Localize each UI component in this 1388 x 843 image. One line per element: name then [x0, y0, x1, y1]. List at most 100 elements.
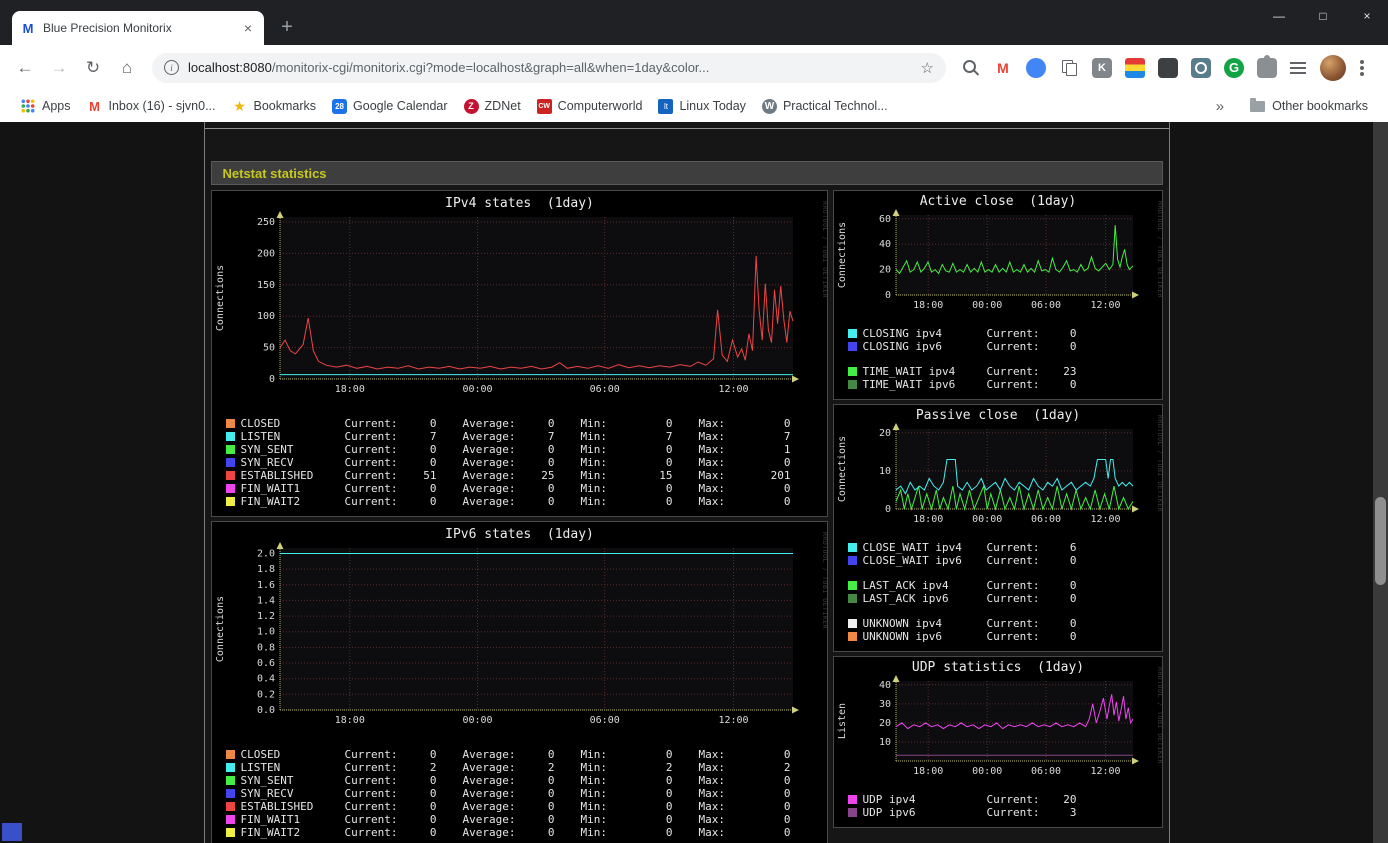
legend-stat-value: 2	[665, 761, 673, 774]
svg-text:RRDTOOL / TOBI OETIKER: RRDTOOL / TOBI OETIKER	[1156, 201, 1162, 298]
minimize-button[interactable]: —	[1272, 9, 1286, 23]
legend-stat-label: Average:	[462, 482, 516, 495]
graph-panel-ipv6-states[interactable]: 0.0 0.2 0.4 0.6 0.8 1.0 1.2 1.4 1.6 1.8 2.0 18:00 00…	[210, 521, 828, 843]
legend-stat-value: 0	[783, 495, 791, 508]
bookmark-item[interactable]: M Inbox (16) - sjvn0...	[79, 95, 224, 117]
legend-swatch	[847, 795, 857, 804]
graphs-right-column: 0 20 40 60 18:00 00:00 06:00 12:00 Active close …	[832, 190, 1163, 843]
graph-legend: CLOSED Current: 0 Average: 0 Min: 0 Max: 0 LISTEN…	[212, 415, 827, 516]
forward-button[interactable]: →	[42, 51, 76, 85]
gmail-extension-icon[interactable]: M	[993, 58, 1013, 78]
scrollbar-thumb[interactable]	[1375, 497, 1386, 585]
legend-stat-label: Current:	[986, 793, 1040, 806]
browser-tab[interactable]: M Blue Precision Monitorix ×	[12, 11, 264, 45]
bookmark-item[interactable]: ★ Bookmarks	[224, 95, 325, 117]
legend-row: UDP ipv6 Current: 3	[834, 806, 1162, 819]
wordpress-icon: W	[761, 98, 777, 114]
back-button[interactable]: ←	[8, 51, 42, 85]
bookmark-item[interactable]: CW Computerworld	[529, 96, 651, 117]
legend-stat-value: 0	[783, 813, 791, 826]
puzzle-extensions-icon[interactable]	[1257, 54, 1277, 78]
bookmark-label: Linux Today	[679, 99, 746, 113]
home-button[interactable]: ⌂	[110, 51, 144, 85]
browser-menu-icon[interactable]	[1360, 65, 1364, 70]
legend-stat-label: Average:	[462, 826, 516, 839]
svg-text:1.8: 1.8	[256, 564, 274, 575]
url-bar[interactable]: i localhost:8080/monitorix-cgi/monitorix…	[152, 52, 946, 83]
window-close-button[interactable]: ×	[1360, 9, 1374, 23]
legend-swatch	[225, 763, 235, 772]
bookmarks-overflow-icon[interactable]: »	[1206, 98, 1234, 115]
bookmark-item[interactable]: Apps	[12, 95, 79, 117]
legend-row: FIN_WAIT2 Current: 0 Average: 0 Min: 0 Max: 0	[212, 495, 827, 508]
profile-avatar[interactable]	[1320, 54, 1346, 81]
legend-stat-label: Average:	[462, 456, 516, 469]
scrollbar[interactable]	[1373, 122, 1388, 843]
blue-circle-extension-icon[interactable]	[1026, 57, 1046, 78]
graph-panel-udp-statistics[interactable]: 10 20 30 40 18:00 00:00 06:00 12:00 UDP statisti…	[832, 656, 1163, 828]
bookmark-label: Google Calendar	[353, 99, 448, 113]
tab-close-icon[interactable]: ×	[240, 20, 256, 36]
reload-button[interactable]: ↻	[76, 51, 110, 85]
legend-series-name: LAST_ACK ipv4	[862, 579, 949, 592]
color-stack-extension-icon[interactable]	[1125, 57, 1145, 78]
legend-stat-value: 0	[429, 417, 437, 430]
legend-stat-label: Min:	[580, 482, 608, 495]
svg-text:Listen: Listen	[837, 703, 848, 739]
legend-stat-value: 0	[665, 443, 673, 456]
bookmark-star-icon[interactable]: ☆	[913, 59, 934, 77]
legend-series-name: LISTEN	[240, 761, 281, 774]
legend-series-name: LAST_ACK ipv6	[862, 592, 949, 605]
gray-app-extension-icon[interactable]: K	[1092, 57, 1112, 78]
legend-row: UNKNOWN ipv6 Current: 0	[834, 630, 1162, 643]
dark-app-extension-icon[interactable]	[1158, 57, 1178, 78]
screen-capture-extension-icon[interactable]	[1191, 57, 1211, 78]
svg-text:12:00: 12:00	[718, 384, 748, 395]
legend-row: TIME_WAIT ipv4 Current: 23	[834, 365, 1162, 378]
new-tab-button[interactable]: +	[274, 16, 300, 39]
reading-list-icon[interactable]	[1290, 61, 1306, 74]
legend-row: CLOSE_WAIT ipv4 Current: 6	[834, 541, 1162, 554]
search-icon[interactable]	[960, 58, 980, 78]
legend-stat-value: 0	[429, 774, 437, 787]
legend-stat-value: 0	[665, 456, 673, 469]
legend-stat-label: Max:	[698, 417, 726, 430]
legend-stat-value: 51	[423, 469, 437, 482]
copy-pages-icon[interactable]	[1059, 58, 1079, 78]
bookmark-item[interactable]: 28 Google Calendar	[324, 96, 456, 117]
svg-text:250: 250	[256, 217, 274, 228]
legend-stat-value: 2	[547, 761, 555, 774]
svg-text:12:00: 12:00	[1090, 300, 1120, 311]
bookmark-item[interactable]: Z ZDNet	[456, 96, 529, 117]
legend-row: CLOSED Current: 0 Average: 0 Min: 0 Max: 0	[212, 417, 827, 430]
svg-text:00:00: 00:00	[972, 766, 1002, 777]
legend-stat-value: 0	[429, 443, 437, 456]
legend-stat-label: Average:	[462, 774, 516, 787]
graph-panel-active-close[interactable]: 0 20 40 60 18:00 00:00 06:00 12:00 Active close …	[832, 190, 1163, 400]
svg-text:50: 50	[262, 343, 274, 354]
legend-row: CLOSED Current: 0 Average: 0 Min: 0 Max: 0	[212, 748, 827, 761]
legend-swatch	[225, 419, 235, 428]
legend-row: SYN_SENT Current: 0 Average: 0 Min: 0 Max: 1	[212, 443, 827, 456]
page-info-icon[interactable]: i	[164, 60, 179, 75]
legend-stat-value: 0	[547, 748, 555, 761]
legend-series-name: UDP ipv4	[862, 793, 916, 806]
legend-stat-label: Current:	[986, 340, 1040, 353]
maximize-button[interactable]: □	[1316, 9, 1330, 23]
svg-text:40: 40	[878, 239, 890, 250]
legend-swatch	[847, 632, 857, 641]
graph-panel-passive-close[interactable]: 0 10 20 18:00 00:00 06:00 12:00 Passive close (…	[832, 404, 1163, 652]
legend-swatch	[225, 789, 235, 798]
bookmark-item[interactable]: W Practical Technol...	[754, 96, 896, 117]
green-circle-extension-icon[interactable]: G	[1224, 57, 1244, 78]
legend-stat-value: 0	[1069, 579, 1077, 592]
graph-panel-ipv4-states[interactable]: 0 50 100 150 200 250 18:00 00:00 06:00 12:00 IPv4 …	[210, 190, 828, 517]
legend-stat-label: Average:	[462, 430, 516, 443]
legend-stat-label: Min:	[580, 748, 608, 761]
monitorix-content: Netstat statistics 0 50 100 150 200 250 18:00 0…	[203, 122, 1170, 843]
legend-stat-label: Max:	[698, 495, 726, 508]
legend-stat-label: Max:	[698, 456, 726, 469]
other-bookmarks-button[interactable]: Other bookmarks	[1234, 96, 1376, 116]
bookmark-label: Practical Technol...	[782, 99, 888, 113]
bookmark-item[interactable]: lt Linux Today	[650, 96, 754, 117]
